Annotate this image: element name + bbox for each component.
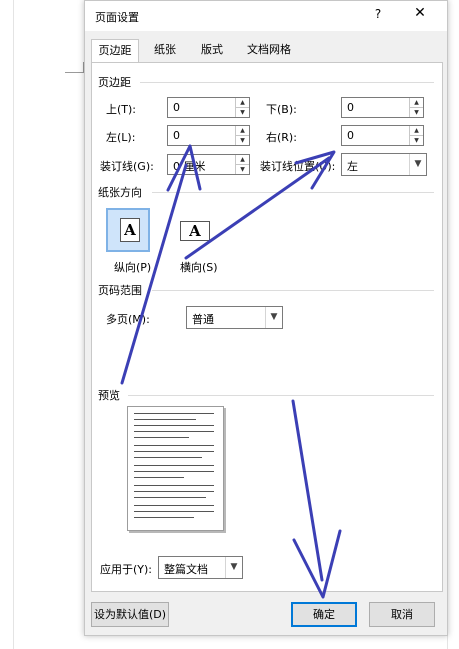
preview-group-label: 预览 xyxy=(98,387,120,403)
help-button[interactable]: ? xyxy=(368,7,388,25)
document-right-margin xyxy=(447,0,459,649)
spin-down-icon[interactable]: ▼ xyxy=(410,108,423,117)
spin-up-icon[interactable]: ▲ xyxy=(410,98,423,108)
preview-text-line xyxy=(134,471,214,472)
spin-up-icon[interactable]: ▲ xyxy=(236,98,249,108)
close-button[interactable]: ✕ xyxy=(408,5,432,25)
spin-down-icon[interactable]: ▼ xyxy=(410,136,423,145)
gutter-input[interactable]: 0 厘米 ▲ ▼ xyxy=(167,154,250,175)
gutter-position-select[interactable]: 左 ▼ xyxy=(341,153,427,176)
chevron-down-icon: ▼ xyxy=(265,307,282,328)
spin-up-icon[interactable]: ▲ xyxy=(236,155,249,165)
chevron-down-icon: ▼ xyxy=(409,154,426,175)
right-margin-input[interactable]: 0 ▲ ▼ xyxy=(341,125,424,146)
preview-text-line xyxy=(134,491,214,492)
portrait-option[interactable]: A xyxy=(106,208,150,252)
spin-down-icon[interactable]: ▼ xyxy=(236,108,249,117)
preview-text-line xyxy=(134,457,202,458)
right-margin-label: 右(R): xyxy=(266,131,297,144)
gutter-position-label: 装订线位置(U): xyxy=(260,160,336,173)
group-divider xyxy=(140,82,434,83)
preview-text-line xyxy=(134,465,214,466)
preview-text-line xyxy=(134,431,214,432)
document-left-margin xyxy=(0,0,14,649)
set-default-button[interactable]: 设为默认值(D) xyxy=(91,602,169,627)
apply-to-label: 应用于(Y): xyxy=(100,563,153,576)
top-margin-label: 上(T): xyxy=(106,103,137,116)
cancel-button[interactable]: 取消 xyxy=(369,602,435,627)
apply-to-select[interactable]: 整篇文档 ▼ xyxy=(158,556,243,579)
preview-text-line xyxy=(134,511,214,512)
preview-text-line xyxy=(134,451,214,452)
bottom-margin-label: 下(B): xyxy=(266,103,297,116)
preview-text-line xyxy=(134,517,194,518)
preview-text-line xyxy=(134,477,184,478)
left-margin-value: 0 xyxy=(173,129,180,142)
landscape-label[interactable]: 横向(S) xyxy=(180,259,218,275)
portrait-page-icon: A xyxy=(120,218,140,242)
landscape-page-icon: A xyxy=(180,221,210,241)
dialog-title: 页面设置 xyxy=(95,11,139,24)
left-margin-input[interactable]: 0 ▲ ▼ xyxy=(167,125,250,146)
tab-paper[interactable]: 纸张 xyxy=(145,39,185,61)
pages-group-label: 页码范围 xyxy=(98,282,142,298)
chevron-down-icon: ▼ xyxy=(225,557,242,578)
top-margin-input[interactable]: 0 ▲ ▼ xyxy=(167,97,250,118)
orientation-group-label: 纸张方向 xyxy=(98,184,142,200)
group-divider xyxy=(152,290,434,291)
tab-layout[interactable]: 版式 xyxy=(192,39,232,61)
preview-text-line xyxy=(134,445,214,446)
ok-button[interactable]: 确定 xyxy=(291,602,357,627)
top-margin-value: 0 xyxy=(173,101,180,114)
preview-text-line xyxy=(134,413,214,414)
gutter-value: 0 厘米 xyxy=(173,160,206,173)
right-margin-value: 0 xyxy=(347,129,354,142)
spin-up-icon[interactable]: ▲ xyxy=(236,126,249,136)
preview-text-line xyxy=(134,485,214,486)
preview-text-line xyxy=(134,505,214,506)
multiple-pages-select[interactable]: 普通 ▼ xyxy=(186,306,283,329)
page-preview xyxy=(127,406,224,531)
gutter-label: 装订线(G): xyxy=(100,160,154,173)
multiple-pages-value: 普通 xyxy=(192,313,214,326)
margin-crop-mark xyxy=(65,72,84,73)
bottom-margin-input[interactable]: 0 ▲ ▼ xyxy=(341,97,424,118)
landscape-option[interactable]: A xyxy=(176,210,216,250)
preview-text-line xyxy=(134,419,196,420)
spin-up-icon[interactable]: ▲ xyxy=(410,126,423,136)
preview-text-line xyxy=(134,425,214,426)
spin-down-icon[interactable]: ▼ xyxy=(236,165,249,174)
group-divider xyxy=(128,395,434,396)
spin-down-icon[interactable]: ▼ xyxy=(236,136,249,145)
bottom-margin-value: 0 xyxy=(347,101,354,114)
left-margin-label: 左(L): xyxy=(106,131,136,144)
group-divider xyxy=(152,192,434,193)
tab-document-grid[interactable]: 文档网格 xyxy=(240,39,298,61)
apply-to-value: 整篇文档 xyxy=(164,563,208,576)
portrait-label[interactable]: 纵向(P) xyxy=(114,259,151,275)
preview-text-line xyxy=(134,497,206,498)
page-setup-dialog: 页面设置 ? ✕ 页边距 纸张 版式 文档网格 页边距 上(T): 0 ▲ ▼ 下… xyxy=(84,0,448,636)
multiple-pages-label: 多页(M): xyxy=(106,313,150,326)
gutter-position-value: 左 xyxy=(347,160,358,173)
dialog-titlebar: 页面设置 ? ✕ xyxy=(85,1,447,31)
tab-margins[interactable]: 页边距 xyxy=(91,39,139,63)
preview-text-line xyxy=(134,437,189,438)
margins-group-label: 页边距 xyxy=(98,74,131,90)
